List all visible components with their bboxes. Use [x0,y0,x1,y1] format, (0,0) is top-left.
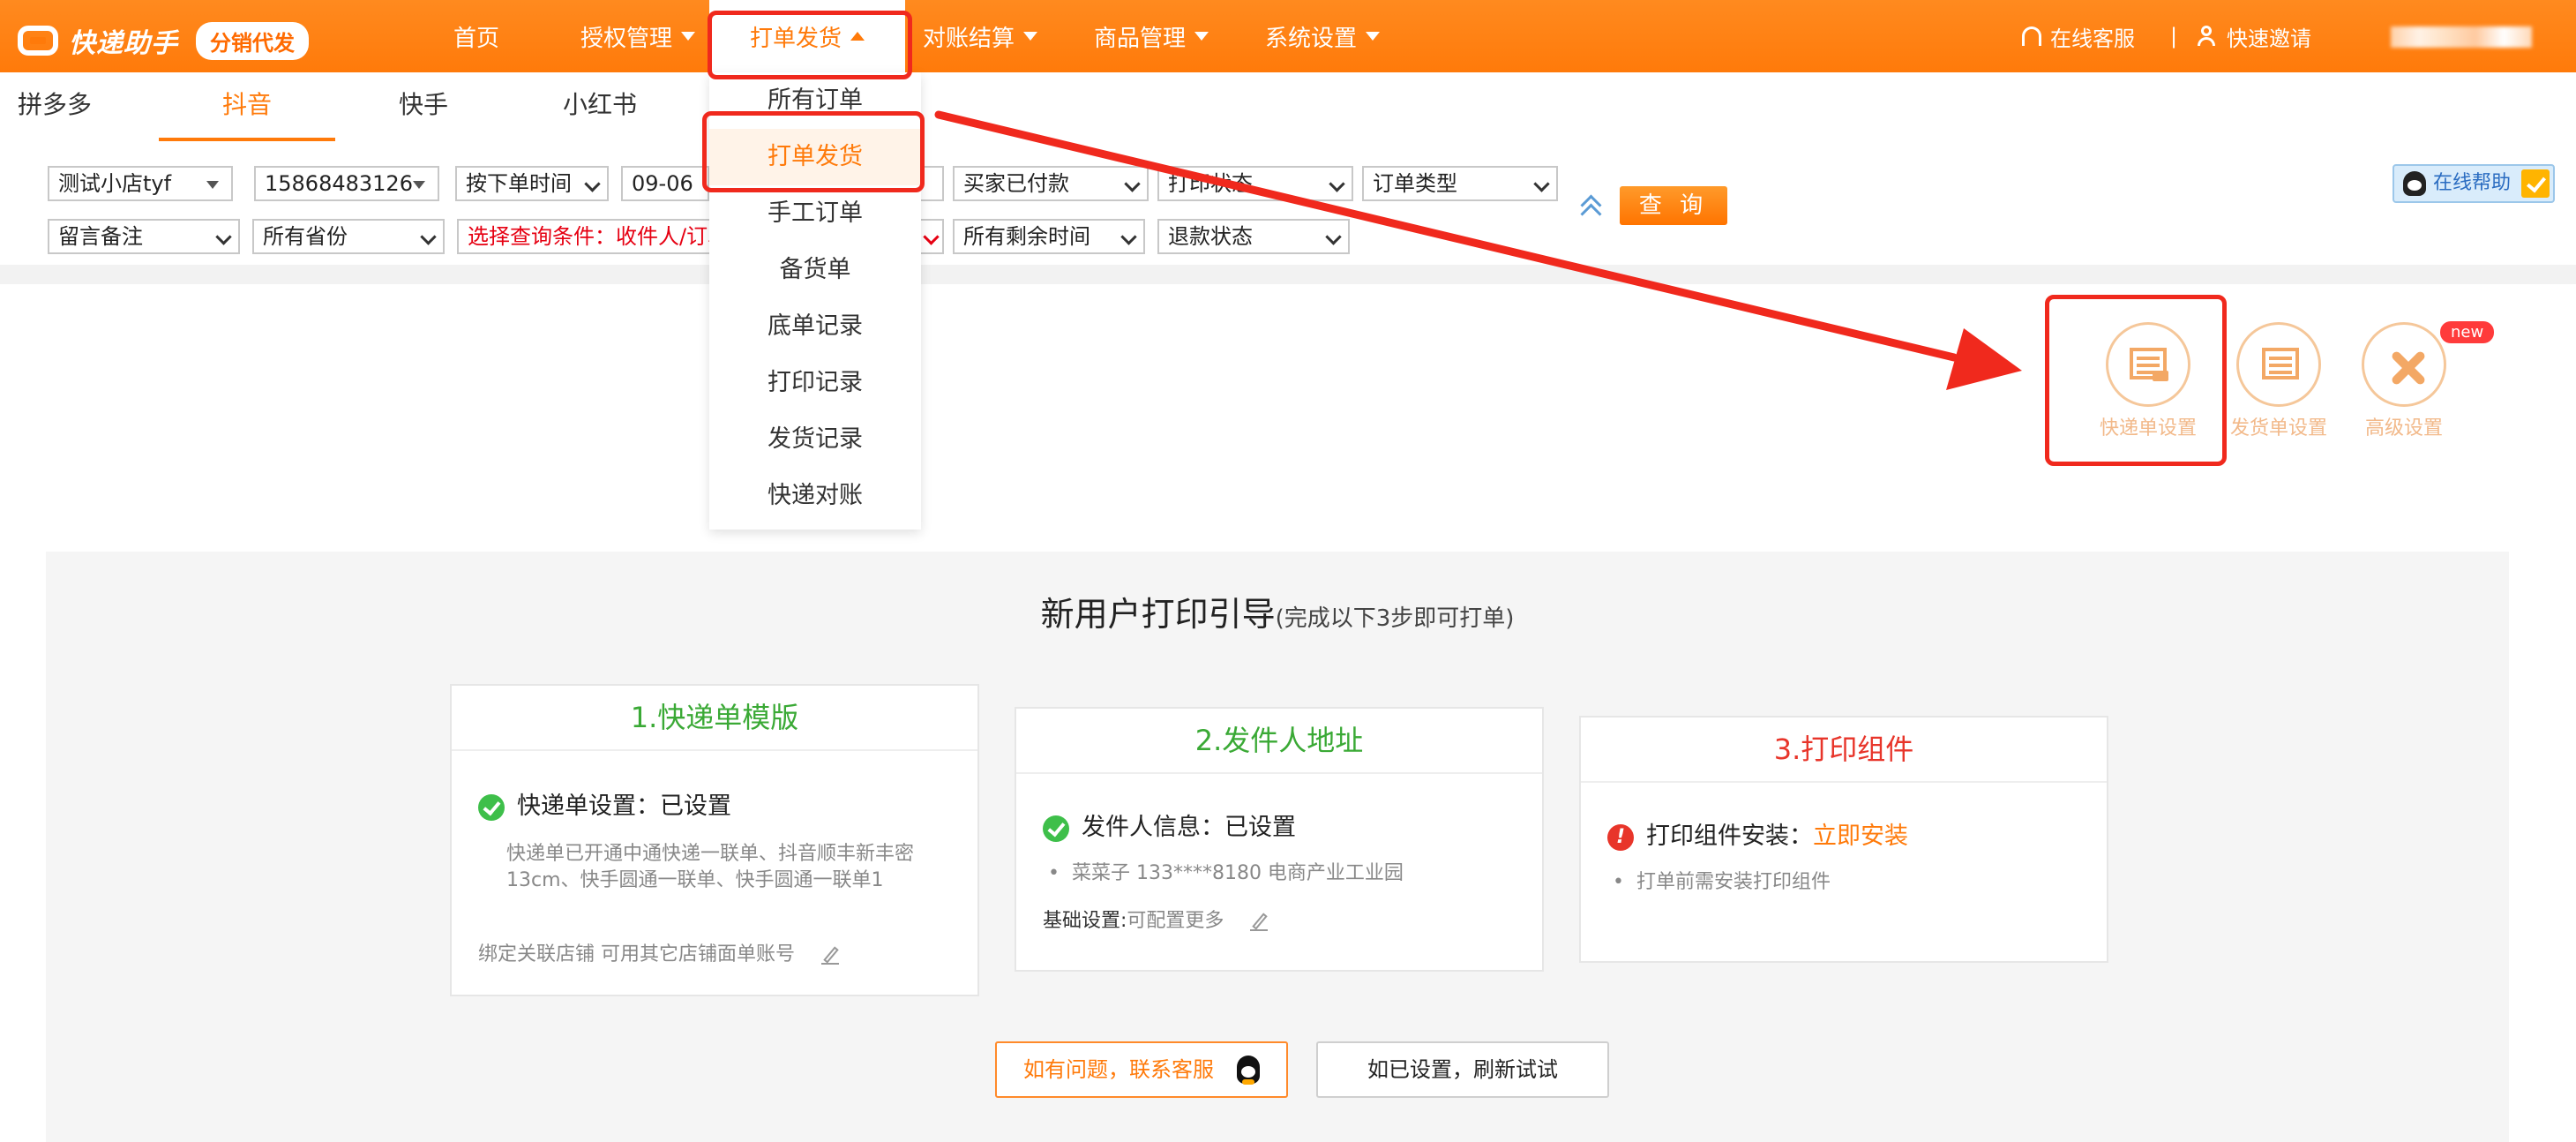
logo[interactable]: 快递助手 分销代发 [18,21,309,60]
query-button[interactable]: 查 询 [1620,186,1727,225]
chevron-down-icon [584,176,601,192]
qq-penguin-icon [1237,1056,1260,1085]
nav-item-print-ship[interactable]: 打单发货 [709,0,905,72]
refresh-button[interactable]: 如已设置，刷新试试 [1316,1041,1609,1098]
menu-item-print-records[interactable]: 打印记录 [709,355,921,411]
menu-item-ship-records[interactable]: 发货记录 [709,411,921,468]
step-card-sender-address: 2.发件人地址 发件人信息：已设置 • 菜菜子 133****8180 电商产业… [1015,707,1544,972]
chevron-down-icon [215,229,232,245]
chevron-down-icon [1533,176,1550,192]
shipping-sheet-icon [2236,322,2321,407]
bind-shop-link[interactable]: 绑定关联店铺 可用其它店铺面单账号 [478,942,839,968]
shop-select[interactable]: 测试小店tyf [48,166,233,201]
query-condition-tail[interactable] [921,219,944,254]
collapse-filters-icon[interactable] [1577,192,1604,225]
component-note: • 打单前需安装打印组件 [1613,871,1831,893]
nav-item-goods[interactable]: 商品管理 [1094,0,1209,72]
menu-item-bottom-records[interactable]: 底单记录 [709,298,921,355]
guide-title: 新用户打印引导(完成以下3步即可打单) [1040,595,1515,634]
card-title: 3.打印组件 [1581,718,2107,783]
card-detail: 快递单已开通中通快递一联单、抖音顺丰新丰密13cm、快手圆通一联单、快手圆通一联… [506,843,915,891]
chevron-down-icon [1023,32,1038,41]
user-account-blurred[interactable] [2391,26,2532,48]
nav-item-home[interactable]: 首页 [453,0,499,72]
print-ship-dropdown: 所有订单 打单发货 手工订单 备货单 底单记录 打印记录 发货记录 快递对账 [709,72,921,530]
menu-item-express-reconcile[interactable]: 快递对账 [709,468,921,524]
logo-badge: 分销代发 [196,21,309,60]
menu-item-manual-orders[interactable]: 手工订单 [709,185,921,242]
logo-text: 快递助手 [69,28,178,59]
date-input[interactable]: 09-06 [621,166,709,201]
nav-item-system[interactable]: 系统设置 [1265,0,1381,72]
check-icon [2521,169,2550,198]
install-now-link[interactable]: 立即安装 [1813,823,1908,850]
chevron-down-icon [1366,32,1381,41]
new-user-guide: 新用户打印引导(完成以下3步即可打单) 1.快递单模版 快递单设置：已设置 快递… [46,552,2509,1142]
card-status: 快递单设置：已设置 [478,786,731,821]
logo-icon [18,26,58,56]
online-help-button[interactable]: 在线帮助 [2393,164,2555,203]
tab-kuaishou[interactable]: 快手 [371,72,476,138]
advanced-settings[interactable]: 高级设置 [2355,322,2452,440]
tab-xiaohongshu[interactable]: 小红书 [547,72,653,138]
query-condition-select[interactable]: 选择查询条件：收件人/订单 [457,219,713,254]
check-circle-icon [478,793,505,821]
step-card-print-component: 3.打印组件 ! 打印组件安装：立即安装 • 打单前需安装打印组件 [1579,716,2108,963]
nav-item-auth[interactable]: 授权管理 [580,0,696,72]
remain-time-select[interactable]: 所有剩余时间 [953,219,1145,254]
top-navbar: 快递助手 分销代发 首页 授权管理 打单发货 对账结算 商品管理 系统设置 在线… [0,0,2576,72]
chevron-down-icon [1120,229,1137,245]
warning-icon: ! [1607,823,1634,851]
print-status-select[interactable]: 打印状态 [1157,166,1353,201]
edit-icon[interactable] [821,946,839,965]
express-sheet-icon [2106,322,2190,407]
card-status: 发件人信息：已设置 [1043,808,1296,842]
chevron-down-icon [681,32,696,41]
date-input-end[interactable] [921,166,944,201]
nav-item-settlement[interactable]: 对账结算 [923,0,1038,72]
chevron-down-icon [1124,176,1141,192]
chevron-down-icon [923,229,940,245]
quick-invite-link[interactable]: 快速邀请 [2197,0,2311,72]
tab-pinduoduo[interactable]: 拼多多 [18,72,124,138]
pay-status-select[interactable]: 买家已付款 [953,166,1149,201]
user-invite-icon [2197,26,2218,47]
new-badge: new [2440,321,2495,343]
express-template-settings[interactable]: 快递单设置 [2100,322,2197,440]
nav-divider: | [2170,24,2178,49]
menu-item-all-orders[interactable]: 所有订单 [709,72,921,129]
headset-icon [2022,26,2041,46]
menu-item-stock-list[interactable]: 备货单 [709,242,921,298]
time-type-select[interactable]: 按下单时间 [455,166,609,201]
chevron-down-icon [1325,229,1342,245]
edit-icon[interactable] [1250,913,1269,931]
phone-select[interactable]: 15868483126 [254,166,439,201]
check-circle-icon [1043,815,1069,842]
contact-support-button[interactable]: 如有问题，联系客服 [995,1041,1288,1098]
qq-icon [2403,171,2426,196]
step-card-express-template: 1.快递单模版 快递单设置：已设置 快递单已开通中通快递一联单、抖音顺丰新丰密1… [450,684,979,996]
sender-address: • 菜菜子 133****8180 电商产业工业园 [1048,862,1404,884]
shipping-sheet-settings[interactable]: 发货单设置 [2230,322,2327,440]
refund-status-select[interactable]: 退款状态 [1157,219,1350,254]
chevron-down-icon [420,229,437,245]
remark-select[interactable]: 留言备注 [48,219,240,254]
card-status: ! 打印组件安装：立即安装 [1607,816,1908,851]
tools-icon [2362,322,2446,407]
caret-down-icon [206,181,219,189]
order-type-select[interactable]: 订单类型 [1362,166,1558,201]
card-title: 1.快递单模版 [452,686,977,751]
card-title: 2.发件人地址 [1016,709,1542,774]
province-select[interactable]: 所有省份 [252,219,445,254]
platform-tabs: 拼多多 抖音 快手 小红书 [0,72,2576,143]
section-divider [0,265,2576,284]
online-support-link[interactable]: 在线客服 [2022,0,2135,72]
chevron-up-icon [850,32,865,41]
caret-down-icon [413,181,425,189]
menu-item-print-ship[interactable]: 打单发货 [709,129,921,185]
chevron-down-icon [1329,176,1345,192]
tab-douyin[interactable]: 抖音 [159,72,335,141]
chevron-down-icon [1194,32,1209,41]
basic-settings-link[interactable]: 基础设置:可配置更多 [1043,908,1269,935]
